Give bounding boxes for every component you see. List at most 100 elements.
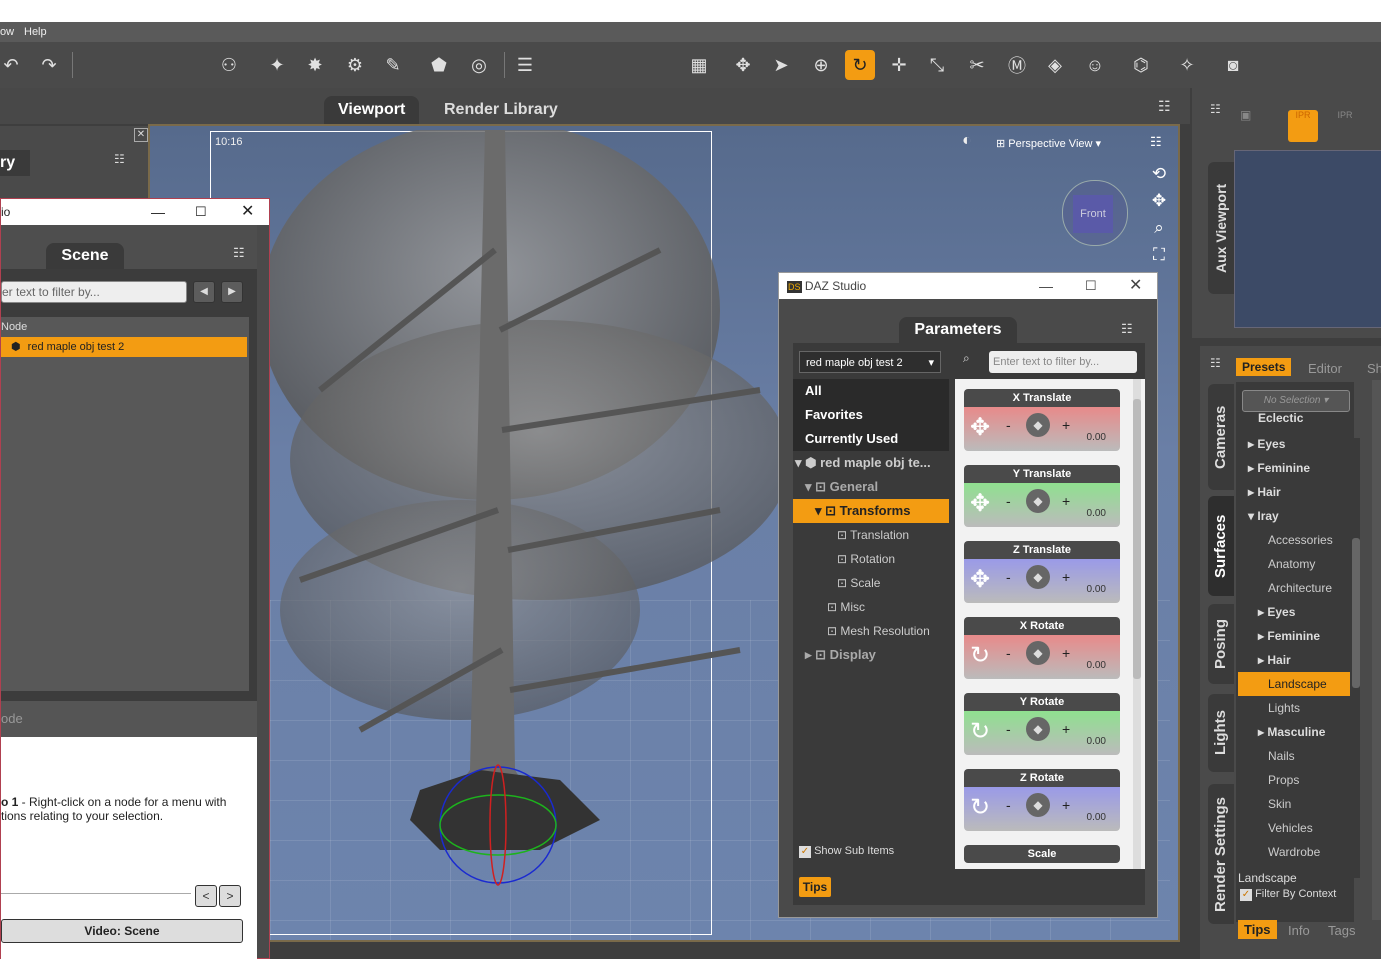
param-filter-input[interactable]: Enter text to filter by... [989, 351, 1137, 373]
tip-prev-button[interactable]: < [195, 885, 217, 907]
morph-tool-icon[interactable]: Ⓜ [1002, 50, 1032, 80]
minimize-icon[interactable]: — [151, 199, 165, 225]
presets-scrollbar[interactable] [1352, 438, 1360, 878]
tree-favorites[interactable]: Favorites [793, 403, 949, 427]
preset-item[interactable]: Vehicles [1268, 816, 1350, 840]
tree-misc[interactable]: ⊡ Misc [793, 595, 949, 619]
zoom-icon[interactable]: ⌕ [1148, 214, 1170, 241]
node-column-header[interactable]: Node [1, 321, 27, 333]
aux-tool-icon[interactable]: ▣ [1240, 108, 1270, 138]
next-button[interactable]: ▶ [221, 281, 243, 303]
preset-item[interactable]: Accessories [1268, 528, 1350, 552]
figure-pose-icon[interactable]: ☺ [1080, 50, 1110, 80]
preset-item[interactable]: Wardrobe [1268, 840, 1350, 864]
minus-icon[interactable]: - [1006, 721, 1011, 737]
param-value[interactable]: 0.00 [1087, 432, 1106, 443]
tab-cameras[interactable]: Cameras [1208, 384, 1234, 490]
tool-icon-3[interactable]: ⚙ [340, 50, 370, 80]
menu-window[interactable]: ow [0, 26, 14, 38]
tool-icon-4[interactable]: ✎ [378, 50, 408, 80]
tool-icon-2[interactable]: ✸ [300, 50, 330, 80]
preset-item[interactable]: Skin [1268, 792, 1350, 816]
maximize-icon[interactable]: ☐ [1085, 273, 1097, 299]
preset-item[interactable]: Eclectic [1258, 412, 1350, 424]
tool-icon-6[interactable]: ◎ [464, 50, 494, 80]
tip-next-button[interactable]: > [219, 885, 241, 907]
panel-menu-icon[interactable]: ☷ [1158, 98, 1178, 114]
preset-item[interactable]: Architecture [1268, 576, 1350, 600]
tab-presets[interactable]: Presets [1236, 358, 1292, 376]
preset-item[interactable]: ▸ Feminine [1248, 456, 1350, 480]
scale-tool-icon[interactable]: ⤡ [922, 50, 952, 80]
panel-menu-icon[interactable]: ☷ [1121, 321, 1133, 337]
param-slider[interactable]: X Rotate ↻ - ◆ +0.00 [964, 617, 1120, 679]
iray-preview-2-icon[interactable]: IPR [1330, 110, 1360, 142]
close-icon[interactable]: ✕ [241, 199, 254, 225]
translate-tool-icon[interactable]: ✛ [884, 50, 914, 80]
param-value[interactable]: 0.00 [1087, 660, 1106, 671]
plus-icon[interactable]: + [1062, 797, 1070, 813]
tab-render-settings[interactable]: Render Settings [1208, 784, 1234, 924]
minus-icon[interactable]: - [1006, 569, 1011, 585]
node-select-dropdown[interactable]: red maple obj test 2 ▾ [799, 351, 941, 373]
tree-general[interactable]: ▾ ⊡ General [793, 475, 949, 499]
tree-currently-used[interactable]: Currently Used [793, 427, 949, 451]
slider-handle[interactable]: ◆ [1026, 413, 1050, 437]
video-scene-button[interactable]: Video: Scene [1, 919, 243, 943]
plus-icon[interactable]: + [1062, 645, 1070, 661]
param-slider[interactable]: Y Rotate ↻ - ◆ +0.00 [964, 693, 1120, 755]
joint-editor-icon[interactable]: ✂ [962, 50, 992, 80]
param-value[interactable]: 0.00 [1087, 736, 1106, 747]
plus-icon[interactable]: + [1062, 493, 1070, 509]
param-slider[interactable]: Y Translate ✥ - ◆ +0.00 [964, 465, 1120, 527]
panel-menu-icon[interactable]: ☷ [1210, 102, 1221, 116]
param-slider[interactable]: Scale [964, 845, 1120, 863]
slider-handle[interactable]: ◆ [1026, 717, 1050, 741]
minus-icon[interactable]: - [1006, 417, 1011, 433]
grid-icon[interactable]: ▦ [684, 50, 714, 80]
tab-posing[interactable]: Posing [1208, 604, 1234, 684]
slider-handle[interactable]: ◆ [1026, 565, 1050, 589]
minimize-icon[interactable]: — [1039, 273, 1053, 299]
preset-item[interactable]: ▸ Hair [1258, 648, 1350, 672]
menu-help[interactable]: Help [24, 26, 47, 38]
draw-style-icon[interactable]: ◐ [962, 132, 986, 152]
viewport-menu-icon[interactable]: ☷ [1150, 134, 1168, 152]
prev-button[interactable]: ◀ [193, 281, 215, 303]
orbit-icon[interactable]: ⟲ [1148, 160, 1170, 187]
render-camera-icon[interactable]: ◙ [1218, 50, 1248, 80]
undo-icon[interactable]: ↶ [0, 50, 26, 80]
library-tab[interactable]: ry [0, 150, 30, 176]
redo-icon[interactable]: ↷ [34, 50, 64, 80]
panel-menu-icon[interactable]: ☷ [114, 152, 125, 166]
preset-item[interactable]: ▸ Eyes [1258, 600, 1350, 624]
figure-tool-icon[interactable]: ⚇ [214, 50, 244, 80]
tab-surfaces[interactable]: Surfaces [1208, 496, 1234, 596]
tree-transforms[interactable]: ▾ ⊡ Transforms [793, 499, 949, 523]
preset-item[interactable]: Landscape [1238, 672, 1350, 696]
scrollbar[interactable] [1133, 379, 1141, 869]
tab-shader[interactable]: Sh [1367, 361, 1381, 376]
rotate-tool-icon[interactable]: ↻ [845, 50, 875, 80]
slider-handle[interactable]: ◆ [1026, 489, 1050, 513]
tree-all[interactable]: All [793, 379, 949, 403]
selection-dropdown[interactable]: No Selection ▾ [1242, 390, 1350, 412]
tab-scene[interactable]: Scene [46, 243, 124, 269]
tree-display[interactable]: ▸ ⊡ Display [793, 643, 949, 667]
tool-icon-5[interactable]: ⬟ [424, 50, 454, 80]
tree-translation[interactable]: ⊡ Translation [793, 523, 949, 547]
geometry-tool-icon[interactable]: ◈ [1040, 50, 1070, 80]
preset-item[interactable]: Nails [1268, 744, 1350, 768]
tree-node[interactable]: ▾ ⬢ red maple obj te... [793, 451, 949, 475]
tab-render-library[interactable]: Render Library [430, 96, 572, 124]
minus-icon[interactable]: - [1006, 493, 1011, 509]
view-cube[interactable]: Front [1062, 180, 1128, 246]
tree-mesh-resolution[interactable]: ⊡ Mesh Resolution [793, 619, 949, 643]
preset-item[interactable]: ▸ Masculine [1258, 720, 1350, 744]
spot-render-icon[interactable]: ✧ [1172, 50, 1202, 80]
node-select-icon[interactable]: ⊕ [806, 50, 836, 80]
select-tool-icon[interactable]: ➤ [766, 50, 796, 80]
tab-editor[interactable]: Editor [1308, 361, 1342, 376]
tab-parameters[interactable]: Parameters [899, 317, 1017, 343]
preset-item[interactable]: ▸ Eyes [1248, 432, 1350, 456]
